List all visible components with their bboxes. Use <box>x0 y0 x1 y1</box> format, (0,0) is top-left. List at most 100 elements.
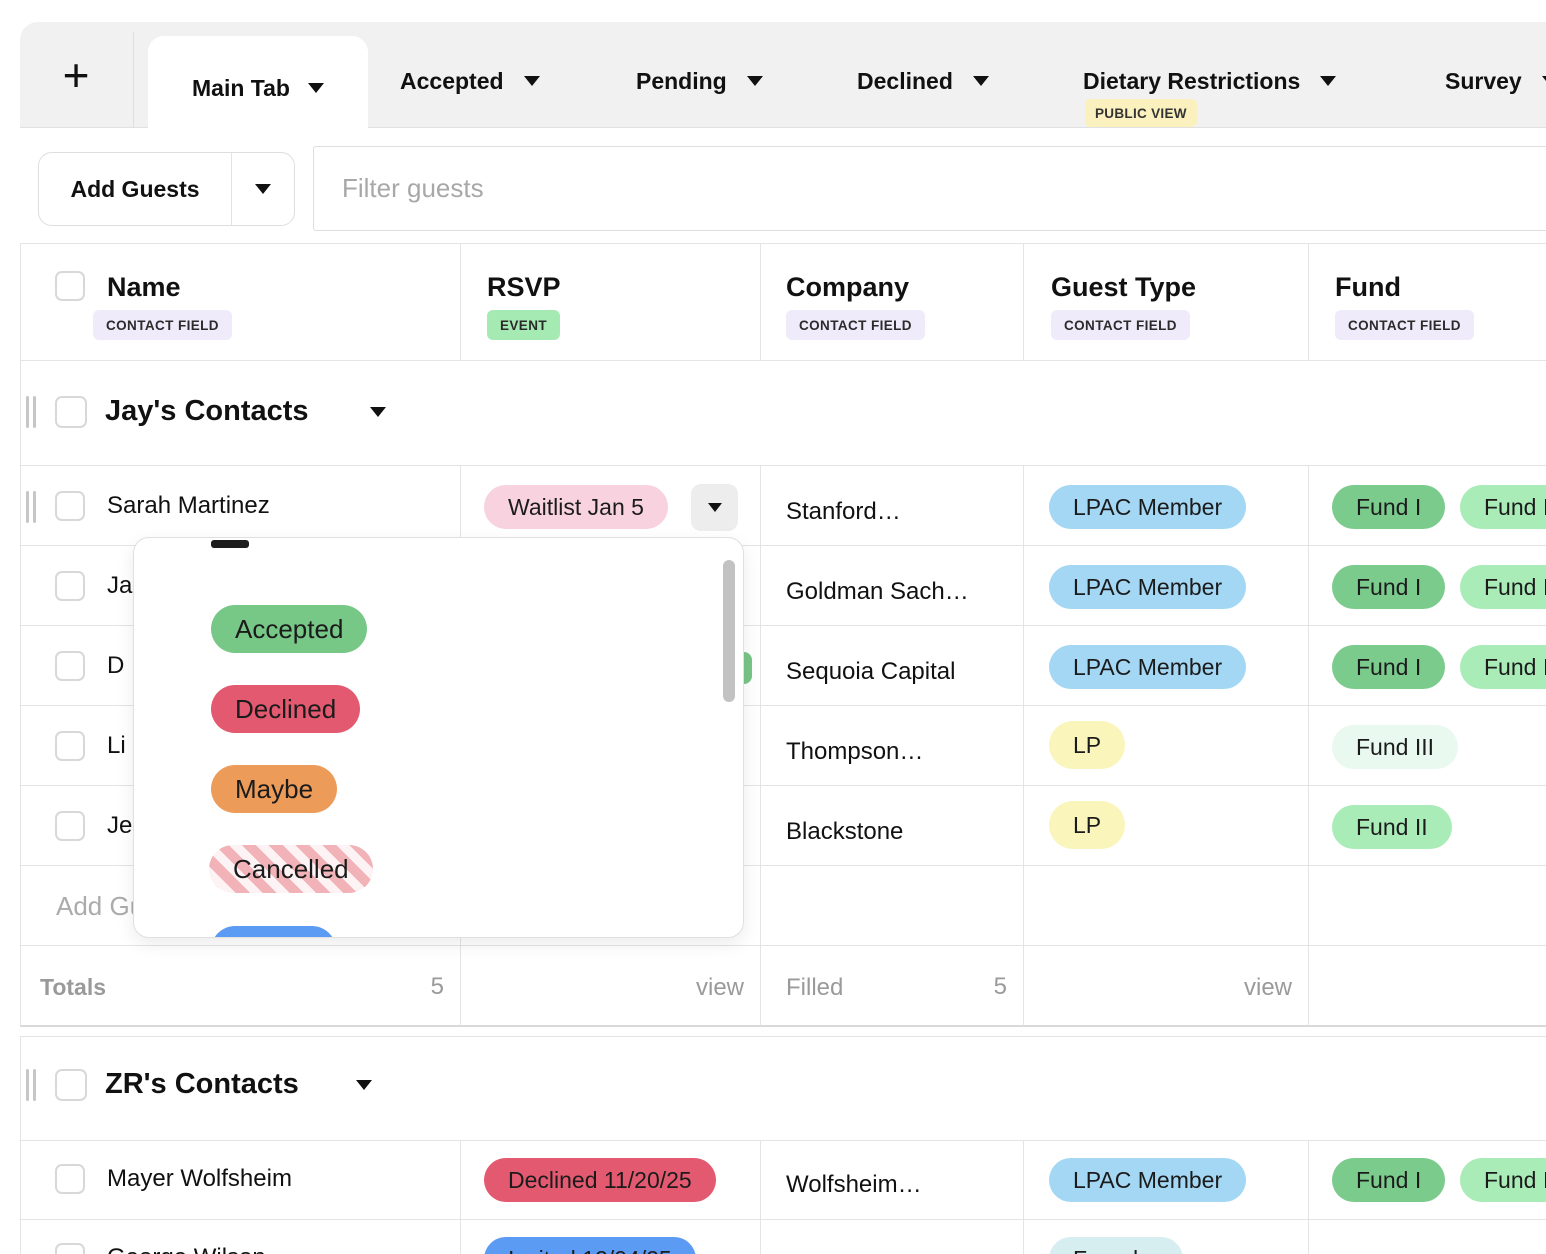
grid-line <box>760 243 761 360</box>
row-checkbox[interactable] <box>55 651 85 681</box>
cell-company[interactable]: Goldman Sach… <box>786 578 969 606</box>
row-checkbox[interactable] <box>55 731 85 761</box>
tab-label: Survey <box>1445 68 1522 95</box>
cell-name[interactable]: D <box>107 652 124 680</box>
group-checkbox[interactable] <box>55 1069 87 1101</box>
grid-line <box>460 1140 461 1254</box>
guest-type-pill[interactable]: LPAC Member <box>1049 565 1246 609</box>
row-checkbox[interactable] <box>55 1164 85 1194</box>
rsvp-option-invited[interactable]: Invited <box>211 926 336 938</box>
cell-name[interactable]: Je <box>107 812 132 840</box>
cell-company[interactable]: Wolfsheim… <box>786 1171 922 1199</box>
add-guests-label: Add Guests <box>39 153 231 225</box>
rsvp-option-accepted[interactable]: Accepted <box>211 605 367 653</box>
add-guests-dropdown[interactable] <box>231 153 294 225</box>
cell-company[interactable]: Stanford… <box>786 498 901 526</box>
column-header-name[interactable]: Name <box>107 272 181 303</box>
caret-down-icon <box>1320 76 1336 86</box>
caret-down-icon <box>973 76 989 86</box>
group-collapse-caret-icon[interactable] <box>356 1080 372 1090</box>
drag-handle-icon[interactable] <box>26 1069 36 1101</box>
tab-label: Dietary Restrictions <box>1083 68 1300 95</box>
tab-label: Declined <box>857 68 953 95</box>
cell-name[interactable]: Ja <box>107 572 132 600</box>
rsvp-pill[interactable]: Waitlist Jan 5 <box>484 485 668 529</box>
add-guests-button[interactable]: Add Guests <box>38 152 295 226</box>
tab-accepted[interactable]: Accepted <box>400 56 540 106</box>
fund-pill[interactable]: Fund II <box>1460 1158 1546 1202</box>
field-type-badge: CONTACT FIELD <box>1335 310 1474 340</box>
guest-type-pill[interactable]: LP <box>1049 721 1125 769</box>
cell-name[interactable]: Mayer Wolfsheim <box>107 1165 292 1193</box>
dropdown-scrollbar[interactable] <box>723 560 735 702</box>
column-header-fund[interactable]: Fund <box>1335 272 1401 303</box>
fund-pill[interactable]: Fund I <box>1332 645 1445 689</box>
field-type-badge: CONTACT FIELD <box>1051 310 1190 340</box>
caret-down-icon <box>1542 76 1546 86</box>
group-collapse-caret-icon[interactable] <box>370 407 386 417</box>
drag-handle-icon[interactable] <box>26 396 36 428</box>
grid-line <box>20 243 21 1026</box>
guest-type-pill[interactable]: LP <box>1049 801 1125 849</box>
fund-pill[interactable]: Fund II <box>1460 485 1546 529</box>
tab-label: Accepted <box>400 68 504 95</box>
row-checkbox[interactable] <box>55 1243 85 1254</box>
tab-survey[interactable]: Survey <box>1445 56 1546 106</box>
guest-type-pill[interactable]: LPAC Member <box>1049 485 1246 529</box>
rsvp-option-cancelled[interactable]: Cancelled <box>209 845 373 893</box>
none-option-partial[interactable] <box>211 540 249 548</box>
cell-name[interactable]: Li <box>107 732 126 760</box>
rsvp-dropdown-button[interactable] <box>691 484 738 531</box>
totals-guest-type-view-link[interactable]: view <box>1244 974 1292 1002</box>
totals-filled-count: 5 <box>994 973 1007 1001</box>
tab-declined[interactable]: Declined <box>857 56 989 106</box>
guest-type-pill[interactable]: Founder <box>1049 1237 1183 1254</box>
field-type-badge: CONTACT FIELD <box>786 310 925 340</box>
add-tab-button[interactable]: + <box>40 44 112 106</box>
group-title[interactable]: ZR's Contacts <box>105 1068 299 1101</box>
fund-pill[interactable]: Fund II <box>1460 565 1546 609</box>
tab-label: Pending <box>636 68 727 95</box>
tab-label: Main Tab <box>192 75 290 102</box>
guest-type-pill[interactable]: LPAC Member <box>1049 1158 1246 1202</box>
totals-rsvp-view-link[interactable]: view <box>696 974 744 1002</box>
row-checkbox[interactable] <box>55 571 85 601</box>
guest-type-pill[interactable]: LPAC Member <box>1049 645 1246 689</box>
select-all-checkbox[interactable] <box>55 271 85 301</box>
tab-main-tab[interactable]: Main Tab <box>148 36 368 140</box>
tab-pending[interactable]: Pending <box>636 56 763 106</box>
fund-pill[interactable]: Fund III <box>1332 725 1458 769</box>
fund-pill[interactable]: Fund I <box>1332 485 1445 529</box>
column-header-guest-type[interactable]: Guest Type <box>1051 272 1196 303</box>
grid-line <box>20 243 1546 244</box>
cell-name[interactable]: George Wilson <box>107 1244 266 1254</box>
rsvp-pill[interactable]: Invited 12/04/25 <box>484 1237 696 1254</box>
fund-pill[interactable]: Fund I <box>1332 1158 1445 1202</box>
grid-line <box>1308 243 1309 360</box>
column-header-company[interactable]: Company <box>786 272 909 303</box>
grid-line <box>460 243 461 360</box>
cell-company[interactable]: Thompson… <box>786 738 923 766</box>
drag-handle-icon[interactable] <box>26 491 36 523</box>
caret-down-icon <box>308 83 324 93</box>
fund-pill[interactable]: Fund I <box>1332 565 1445 609</box>
row-checkbox[interactable] <box>55 491 85 521</box>
column-header-rsvp[interactable]: RSVP <box>487 272 561 303</box>
rsvp-option-declined[interactable]: Declined <box>211 685 360 733</box>
grid-line <box>1023 465 1024 1026</box>
totals-name-count: 5 <box>431 973 444 1001</box>
group-title[interactable]: Jay's Contacts <box>105 395 309 428</box>
group-checkbox[interactable] <box>55 396 87 428</box>
row-checkbox[interactable] <box>55 811 85 841</box>
fund-pill[interactable]: Fund II <box>1460 645 1546 689</box>
public-view-badge: PUBLIC VIEW <box>1085 99 1197 127</box>
grid-line <box>20 1025 1546 1027</box>
cell-company[interactable]: Sequoia Capital <box>786 658 955 686</box>
cell-company[interactable]: Blackstone <box>786 818 903 846</box>
rsvp-option-maybe[interactable]: Maybe <box>211 765 337 813</box>
grid-line <box>1308 465 1309 1026</box>
filter-guests-input[interactable] <box>313 146 1546 231</box>
rsvp-pill[interactable]: Declined 11/20/25 <box>484 1158 716 1202</box>
fund-pill[interactable]: Fund II <box>1332 805 1452 849</box>
cell-name[interactable]: Sarah Martinez <box>107 492 270 520</box>
